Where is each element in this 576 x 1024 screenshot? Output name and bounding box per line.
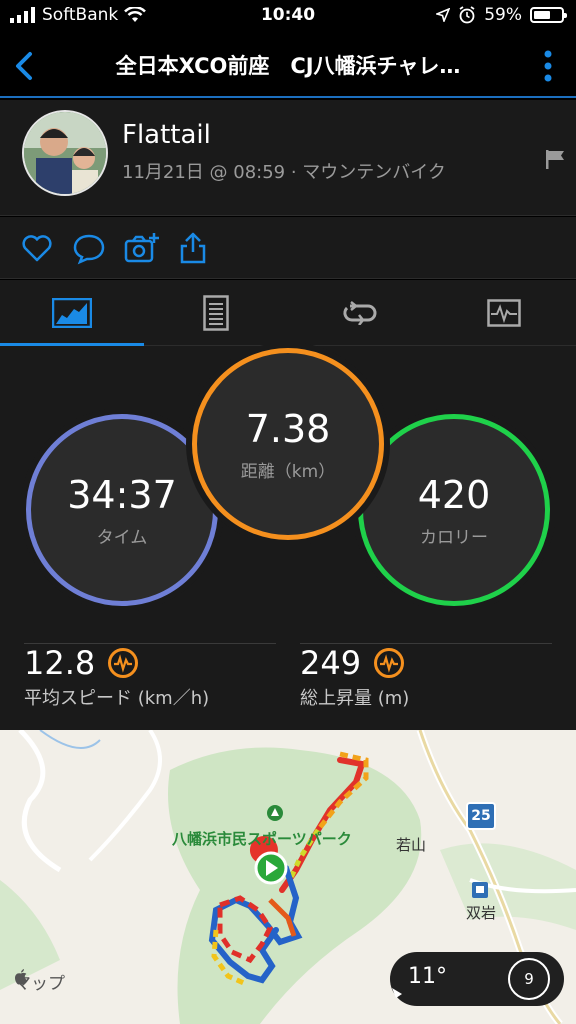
- map-label-sogan: 双岩: [466, 904, 497, 922]
- tab-charts[interactable]: [432, 280, 576, 346]
- distance-ring: 7.38 距離（km）: [192, 348, 384, 540]
- time-ring: 34:37 タイム: [26, 414, 218, 606]
- distance-value: 7.38: [245, 406, 331, 451]
- map-attribution: マップ: [14, 969, 65, 994]
- nav-bar: 全日本XCO前座 CJ八幡浜チャレ…: [0, 34, 576, 98]
- calorie-ring: 420 カロリー: [358, 414, 550, 606]
- tab-stats[interactable]: [144, 280, 288, 346]
- route-number-badge: 25: [466, 802, 496, 830]
- avg-speed-label: 平均スピード (km／h): [24, 688, 210, 709]
- weather-pill: 11° 9: [390, 952, 564, 1006]
- comment-icon[interactable]: [72, 231, 106, 265]
- stats-panel: 34:37 タイム 420 カロリー 7.38 距離（km） 12.8 平均スピ…: [0, 346, 576, 730]
- stats-list-icon: [203, 295, 229, 331]
- location-arrow-icon: [436, 8, 451, 22]
- avatar-photo: [24, 112, 106, 194]
- tab-overview[interactable]: [0, 280, 144, 347]
- calorie-value: 420: [417, 472, 491, 517]
- map-label-wakayama: 若山: [396, 836, 427, 854]
- heart-icon[interactable]: [20, 231, 54, 265]
- tab-laps[interactable]: [288, 280, 432, 346]
- heartrate-chart-icon: [487, 299, 521, 327]
- user-name[interactable]: Flattail: [122, 120, 211, 150]
- alarm-icon: [459, 6, 475, 24]
- overview-chart-icon: [52, 298, 92, 328]
- avatar[interactable]: [22, 110, 108, 196]
- temperature: 11°: [408, 964, 447, 989]
- activity-header: Flattail 11月21日 @ 08:59 · マウンテンバイク: [0, 100, 576, 216]
- garmin-connect-icon: [108, 648, 139, 678]
- laps-loop-icon: [343, 301, 377, 325]
- ascent-label: 総上昇量 (m): [300, 688, 410, 709]
- wind-indicator: 9: [508, 958, 550, 1000]
- activity-map[interactable]: 八幡浜市民スポーツパーク 若山 双岩 25 マップ 11° 9: [0, 730, 576, 1024]
- time-value: 34:37: [67, 472, 177, 517]
- status-right: 59%: [436, 5, 567, 25]
- ascent-value: 249: [300, 644, 362, 682]
- activity-title: 全日本XCO前座 CJ八幡浜チャレ…: [115, 54, 461, 78]
- status-bar: SoftBank 10:40 59%: [0, 0, 576, 34]
- distance-label: 距離（km）: [240, 461, 336, 482]
- share-icon[interactable]: [176, 231, 210, 265]
- flag-icon[interactable]: [544, 148, 566, 170]
- avg-speed-metric: 12.8 平均スピード (km／h): [24, 644, 209, 710]
- ascent-metric: 249 総上昇量 (m): [300, 644, 409, 710]
- apple-logo-icon: [15, 969, 27, 985]
- battery-icon: [530, 7, 567, 23]
- add-photo-icon[interactable]: [124, 231, 160, 265]
- tab-bar: [0, 280, 576, 347]
- activity-meta: 11月21日 @ 08:59 · マウンテンバイク: [122, 162, 446, 183]
- battery-percent: 59%: [484, 5, 522, 25]
- time-label: タイム: [96, 527, 148, 548]
- wind-speed: 9: [524, 970, 534, 988]
- avg-speed-value: 12.8: [24, 644, 96, 682]
- wind-direction-icon: [392, 988, 402, 998]
- action-bar: [0, 217, 576, 279]
- garmin-connect-icon: [374, 648, 405, 678]
- more-vertical-icon[interactable]: [534, 48, 562, 84]
- chevron-left-icon[interactable]: [8, 46, 42, 86]
- map-label-park: 八幡浜市民スポーツパーク: [172, 830, 352, 848]
- calorie-label: カロリー: [420, 527, 488, 548]
